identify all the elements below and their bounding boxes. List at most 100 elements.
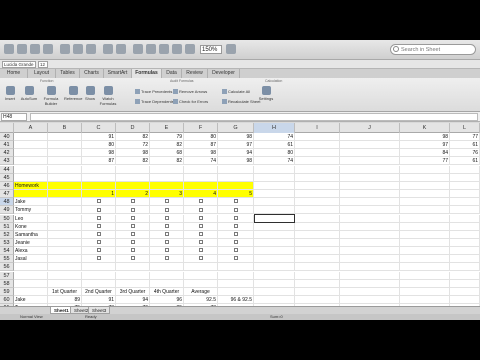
cell-k40[interactable]: 98	[400, 133, 450, 141]
cell-g50[interactable]	[218, 214, 254, 223]
cell-a47[interactable]	[14, 190, 48, 199]
cell-c48[interactable]	[82, 198, 116, 207]
cell-h40[interactable]: 74	[254, 133, 295, 141]
cell-c51[interactable]	[82, 222, 116, 231]
cell-c41[interactable]: 80	[82, 141, 116, 150]
cell-e53[interactable]	[150, 238, 184, 247]
cell-j52[interactable]	[340, 230, 400, 239]
cell-a54[interactable]: Alexa	[14, 247, 48, 256]
cell-h59[interactable]	[254, 287, 295, 296]
cell-c44[interactable]	[82, 165, 116, 174]
cell-d52[interactable]	[116, 230, 150, 239]
tab-data[interactable]: Data	[162, 69, 182, 78]
settings-button[interactable]: Settings	[258, 86, 274, 101]
cell-g49[interactable]	[218, 206, 254, 215]
cell-j47[interactable]	[340, 190, 400, 199]
homework-checkbox[interactable]	[164, 240, 169, 245]
cell-k45[interactable]	[400, 173, 450, 182]
cell-k55[interactable]	[400, 255, 450, 264]
cell-f56[interactable]	[184, 263, 218, 272]
cell-c49[interactable]	[82, 206, 116, 215]
column-header-f[interactable]: F	[184, 123, 218, 133]
homework-checkbox[interactable]	[164, 207, 169, 212]
row-header[interactable]: 53	[0, 238, 14, 247]
cell-b43[interactable]	[48, 157, 82, 166]
cell-d58[interactable]	[116, 279, 150, 288]
cell-c57[interactable]	[82, 271, 116, 280]
font-size-field[interactable]: 12	[38, 61, 48, 68]
cell-d41[interactable]: 72	[116, 141, 150, 150]
homework-checkbox[interactable]	[130, 223, 135, 228]
cell-g40[interactable]: 98	[218, 133, 254, 141]
cell-j42[interactable]	[340, 149, 400, 158]
autosum-icon[interactable]	[133, 44, 143, 54]
cell-d59[interactable]: 3rd Quarter	[116, 287, 150, 296]
cell-e41[interactable]: 82	[150, 141, 184, 150]
cell-b40[interactable]	[48, 133, 82, 141]
cell-f47[interactable]: 4	[184, 190, 218, 199]
cell-e49[interactable]	[150, 206, 184, 215]
cell-g46[interactable]	[218, 181, 254, 190]
cell-h57[interactable]	[254, 271, 295, 280]
row-header[interactable]: 44	[0, 165, 14, 174]
cell-e59[interactable]: 4th Quarter	[150, 287, 184, 296]
homework-checkbox[interactable]	[96, 223, 101, 228]
cell-l58[interactable]	[450, 279, 480, 288]
cell-c56[interactable]	[82, 263, 116, 272]
formula-input[interactable]	[30, 113, 478, 121]
homework-checkbox[interactable]	[233, 240, 238, 245]
tab-smartart[interactable]: SmartArt	[104, 69, 132, 78]
cell-g59[interactable]	[218, 287, 254, 296]
cell-g41[interactable]: 97	[218, 141, 254, 150]
cell-d60[interactable]: 94	[116, 296, 150, 304]
cell-h43[interactable]: 74	[254, 157, 295, 166]
cell-b44[interactable]	[48, 165, 82, 174]
column-header-k[interactable]: K	[400, 123, 450, 133]
cell-b50[interactable]	[48, 214, 82, 223]
tab-home[interactable]: Home	[0, 69, 28, 78]
cell-b51[interactable]	[48, 222, 82, 231]
cell-b60[interactable]: 89	[48, 296, 82, 304]
cell-b55[interactable]	[48, 255, 82, 264]
cell-a59[interactable]	[14, 287, 48, 296]
cell-k43[interactable]: 77	[400, 157, 450, 166]
cell-l54[interactable]	[450, 247, 480, 256]
cell-j51[interactable]	[340, 222, 400, 231]
cell-g43[interactable]: 98	[218, 157, 254, 166]
check-errors-button[interactable]: Check for Errors	[173, 99, 208, 105]
column-header-g[interactable]: G	[218, 123, 254, 133]
autosum-button[interactable]: AutoSum	[20, 86, 38, 101]
cell-k54[interactable]	[400, 247, 450, 256]
tab-developer[interactable]: Developer	[208, 69, 240, 78]
cell-a40[interactable]	[14, 133, 48, 141]
cell-h44[interactable]	[254, 165, 295, 174]
row-header[interactable]: 51	[0, 222, 14, 231]
cell-i47[interactable]	[295, 190, 340, 199]
row-header[interactable]: 46	[0, 181, 14, 190]
cell-g42[interactable]: 94	[218, 149, 254, 158]
cell-g55[interactable]	[218, 255, 254, 264]
homework-checkbox[interactable]	[233, 256, 238, 261]
cell-h48[interactable]	[254, 198, 295, 207]
cell-e58[interactable]	[150, 279, 184, 288]
homework-checkbox[interactable]	[130, 215, 135, 220]
cell-c55[interactable]	[82, 255, 116, 264]
row-header[interactable]: 56	[0, 263, 14, 272]
column-header-d[interactable]: D	[116, 123, 150, 133]
cell-e45[interactable]	[150, 173, 184, 182]
cell-h58[interactable]	[254, 279, 295, 288]
cell-i56[interactable]	[295, 263, 340, 272]
row-header[interactable]: 52	[0, 230, 14, 239]
cell-i60[interactable]	[295, 296, 340, 304]
cell-g60[interactable]: 96 & 92.5	[218, 296, 254, 304]
insert-function-button[interactable]: Insert	[3, 86, 17, 101]
cell-a60[interactable]: Jake	[14, 296, 48, 304]
cell-c43[interactable]: 87	[82, 157, 116, 166]
cell-b56[interactable]	[48, 263, 82, 272]
cell-b41[interactable]	[48, 141, 82, 150]
cell-i45[interactable]	[295, 173, 340, 182]
cell-g47[interactable]: 5	[218, 190, 254, 199]
homework-checkbox[interactable]	[198, 215, 203, 220]
cell-f58[interactable]	[184, 279, 218, 288]
cell-j44[interactable]	[340, 165, 400, 174]
